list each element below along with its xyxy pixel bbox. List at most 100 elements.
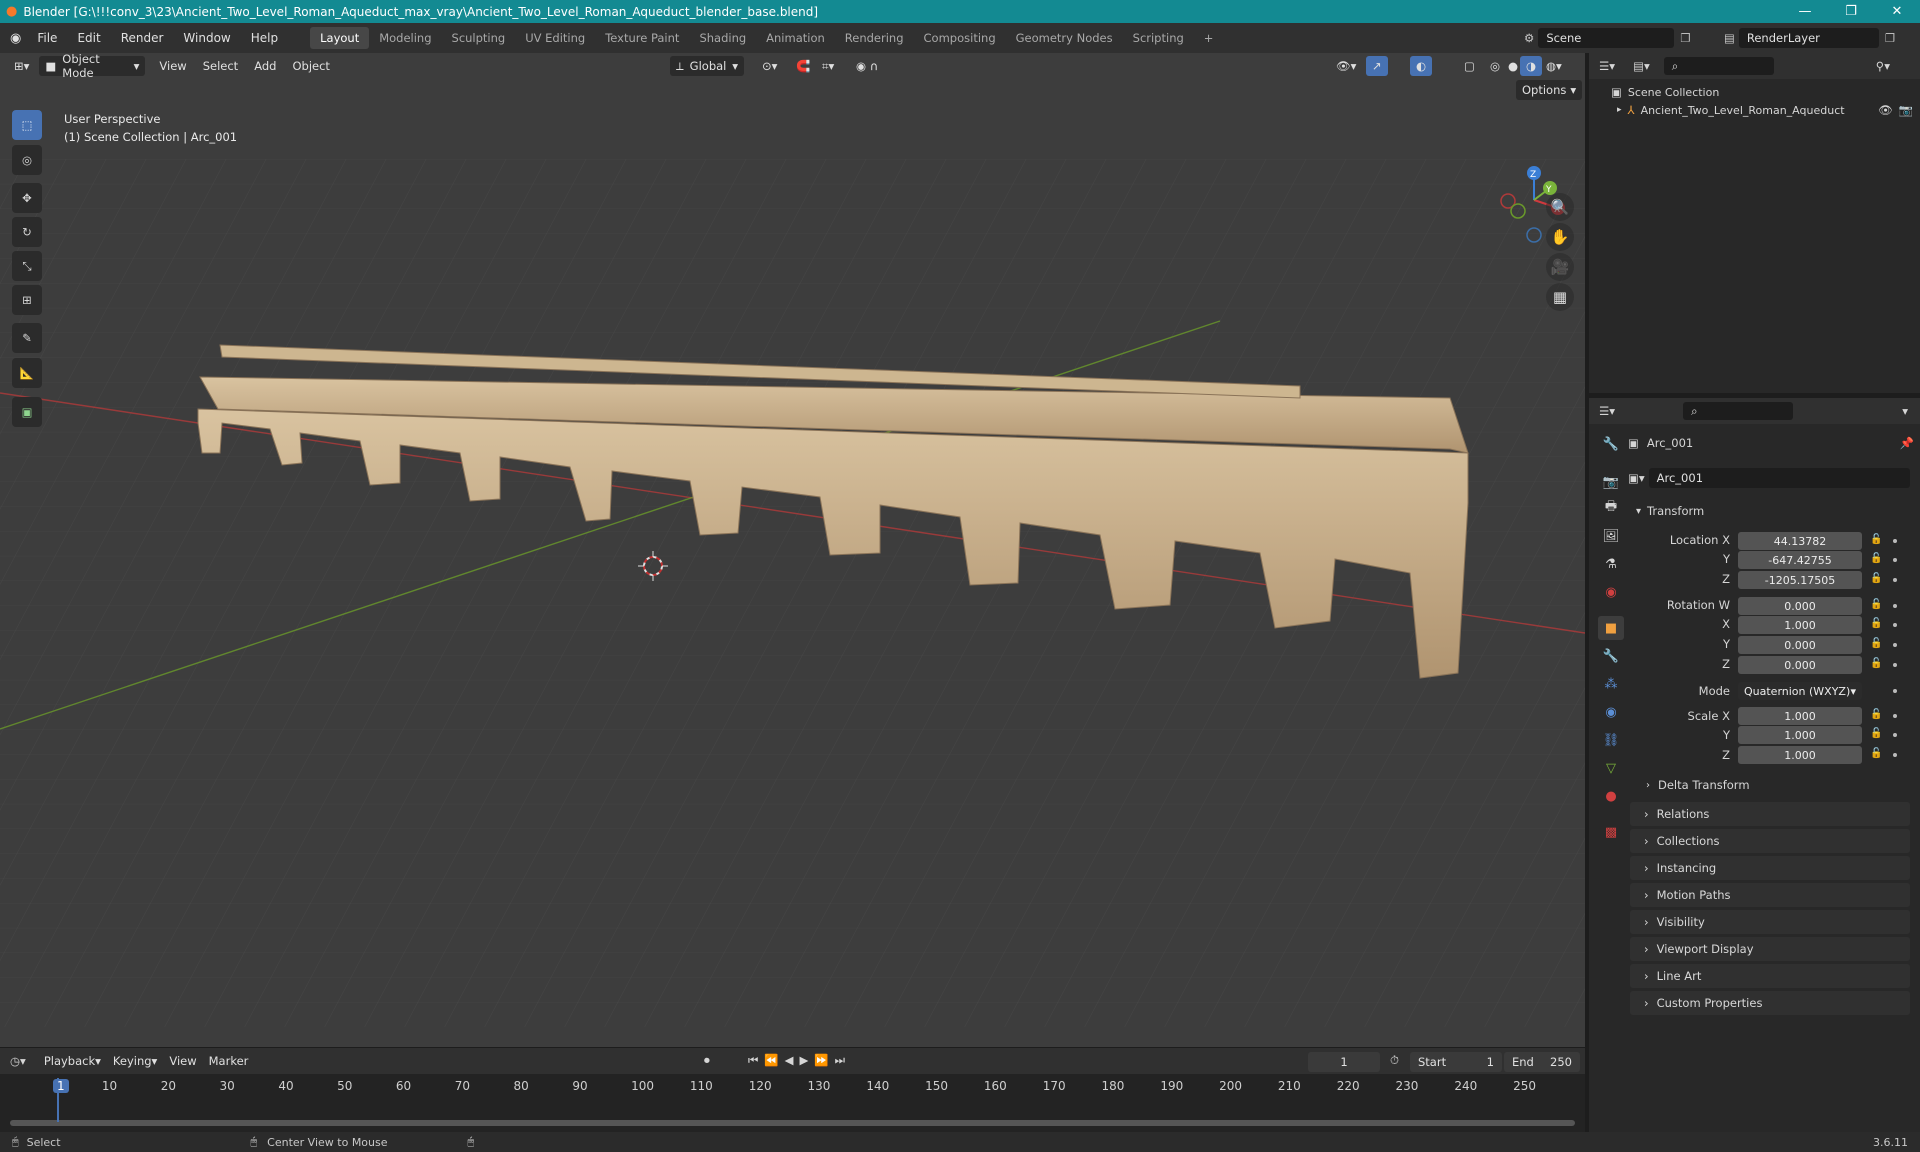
keyframe-dot[interactable]: [1893, 663, 1897, 667]
timeline-menu-marker[interactable]: Marker: [203, 1051, 255, 1071]
viewport-menu-add[interactable]: Add: [248, 56, 282, 76]
lock-icon[interactable]: 🔓: [1870, 599, 1882, 611]
camera-view-button[interactable]: 🎥: [1546, 253, 1574, 281]
render-layer-selector[interactable]: RenderLayer: [1738, 28, 1879, 48]
gizmo-toggle-button[interactable]: ↗: [1366, 56, 1388, 76]
properties-search-input[interactable]: ⌕: [1683, 402, 1794, 420]
options-button[interactable]: Options ▾: [1516, 80, 1583, 100]
pivot-point-button[interactable]: ⊙▾: [756, 56, 783, 76]
tab-layout[interactable]: Layout: [310, 27, 370, 49]
camera-render-icon[interactable]: 📷: [1899, 103, 1913, 117]
rotation-mode-dropdown[interactable]: Quaternion (WXYZ) ▾: [1738, 682, 1862, 700]
keyframe-dot[interactable]: [1893, 578, 1897, 582]
mode-selector[interactable]: ■ Object Mode ▾: [39, 52, 146, 80]
filter-icon[interactable]: ⚲▾: [1876, 59, 1890, 73]
tab-modeling[interactable]: Modeling: [369, 27, 441, 49]
viewport-menu-view[interactable]: View: [153, 56, 192, 76]
outliner-item[interactable]: ▸ ⅄ Ancient_Two_Level_Roman_Aqueduct 👁 📷: [1617, 103, 1913, 117]
object-name-field[interactable]: Arc_001: [1648, 468, 1910, 488]
delta-transform-header[interactable]: › Delta Transform: [1646, 778, 1750, 792]
keyframe-dot[interactable]: [1893, 643, 1897, 647]
tab-scripting[interactable]: Scripting: [1123, 27, 1194, 49]
timeline-type-icon[interactable]: ◷▾: [10, 1054, 26, 1068]
menu-file[interactable]: File: [27, 31, 67, 45]
display-mode-icon[interactable]: ▤▾: [1633, 59, 1650, 73]
playback-controls[interactable]: ⏮⏪◀▶⏩⏭: [748, 1053, 851, 1068]
keyframe-dot[interactable]: [1893, 558, 1897, 562]
data-tab[interactable]: ▽: [1598, 756, 1624, 780]
ortho-toggle-button[interactable]: ▦: [1546, 283, 1574, 311]
panel-relations[interactable]: › Relations: [1630, 802, 1910, 826]
stopwatch-icon[interactable]: ⏱: [1390, 1053, 1399, 1068]
tab-animation[interactable]: Animation: [756, 27, 835, 49]
modifiers-tab[interactable]: 🔧: [1598, 644, 1624, 668]
rotation-z-field[interactable]: 0.000: [1738, 656, 1862, 674]
location-y-field[interactable]: -647.42755: [1738, 551, 1862, 569]
lock-icon[interactable]: 🔓: [1870, 618, 1882, 630]
viewport-scene[interactable]: Z X Y: [0, 53, 1585, 1047]
eye-icon[interactable]: 👁: [1878, 103, 1893, 117]
keyframe-dot[interactable]: [1893, 753, 1897, 757]
keyframe-dot[interactable]: [1893, 623, 1897, 627]
panel-viewport-display[interactable]: › Viewport Display: [1630, 937, 1910, 961]
expand-arrow-icon[interactable]: ▸: [1617, 105, 1622, 115]
editor-type-button[interactable]: ⊞▾: [8, 56, 35, 76]
timeline-menu-view[interactable]: View: [163, 1051, 202, 1071]
menu-render[interactable]: Render: [111, 31, 174, 45]
timeline-menu-playback[interactable]: Playback ▾: [38, 1051, 107, 1071]
material-shading-button[interactable]: ◑: [1520, 56, 1543, 76]
particles-tab[interactable]: ⁂: [1598, 672, 1624, 696]
rotation-w-field[interactable]: 0.000: [1738, 597, 1862, 615]
datablock-row[interactable]: ▣▾ Arc_001: [1628, 468, 1910, 488]
rotation-x-field[interactable]: 1.000: [1738, 616, 1862, 634]
pin-icon[interactable]: 📌: [1900, 436, 1914, 450]
tab-compositing[interactable]: Compositing: [914, 27, 1006, 49]
render-tab[interactable]: 📷: [1598, 470, 1624, 494]
record-icon[interactable]: ⏺: [704, 1053, 710, 1068]
scene-selector[interactable]: Scene: [1538, 28, 1675, 48]
transform-tool[interactable]: ⊞: [12, 285, 42, 315]
material-tab[interactable]: ●: [1598, 784, 1624, 808]
end-frame-field[interactable]: End 250: [1504, 1052, 1580, 1072]
rotation-y-field[interactable]: 0.000: [1738, 636, 1862, 654]
transform-orientation-selector[interactable]: ⟂ Global ▾: [670, 56, 744, 76]
scale-tool[interactable]: ⤡: [12, 251, 42, 281]
keyframe-dot[interactable]: [1893, 604, 1897, 608]
lock-icon[interactable]: 🔓: [1870, 709, 1882, 721]
3d-viewport[interactable]: Z X Y User Perspective (1) Scene Collect…: [0, 53, 1585, 1047]
constraints-tab[interactable]: ⛓: [1598, 728, 1624, 752]
scene-tab[interactable]: ⚗: [1598, 552, 1624, 576]
lock-icon[interactable]: 🔓: [1870, 728, 1882, 740]
viewport-menu-select[interactable]: Select: [197, 56, 244, 76]
panel-custom-properties[interactable]: › Custom Properties: [1630, 991, 1910, 1015]
texture-tab[interactable]: ▩: [1598, 820, 1624, 844]
add-cube-tool[interactable]: ▣: [12, 397, 42, 427]
cursor-tool[interactable]: ◎: [12, 145, 42, 175]
scale-y-field[interactable]: 1.000: [1738, 726, 1862, 744]
tab-uv-editing[interactable]: UV Editing: [515, 27, 595, 49]
scene-collection-row[interactable]: ▣ Scene Collection: [1611, 85, 1719, 99]
minimize-button[interactable]: —: [1782, 0, 1828, 23]
tab-rendering[interactable]: Rendering: [835, 27, 914, 49]
tab-sculpting[interactable]: Sculpting: [442, 27, 516, 49]
keyframe-dot[interactable]: [1893, 733, 1897, 737]
tab-shading[interactable]: Shading: [689, 27, 756, 49]
tab-geometry-nodes[interactable]: Geometry Nodes: [1006, 27, 1123, 49]
menu-window[interactable]: Window: [173, 31, 240, 45]
scale-z-field[interactable]: 1.000: [1738, 746, 1862, 764]
object-tab[interactable]: ■: [1598, 616, 1624, 640]
overlay-toggle-button[interactable]: ◐: [1410, 56, 1433, 76]
lock-icon[interactable]: 🔓: [1870, 748, 1882, 760]
transform-panel-header[interactable]: ▾ Transform: [1630, 500, 1910, 522]
start-frame-field[interactable]: Start 1: [1410, 1052, 1502, 1072]
maximize-button[interactable]: ❐: [1828, 0, 1874, 23]
panel-motion-paths[interactable]: › Motion Paths: [1630, 883, 1910, 907]
lock-icon[interactable]: 🔓: [1870, 553, 1882, 565]
output-tab[interactable]: 🖶: [1598, 496, 1624, 520]
location-z-field[interactable]: -1205.17505: [1738, 571, 1862, 589]
proportional-edit-button[interactable]: ◉ ∩: [850, 56, 884, 76]
rendered-shading-button[interactable]: ◍▾: [1540, 56, 1568, 76]
panel-line-art[interactable]: › Line Art: [1630, 964, 1910, 988]
zoom-button[interactable]: 🔍: [1546, 193, 1574, 221]
view-layer-tab[interactable]: 🖼: [1598, 524, 1624, 548]
